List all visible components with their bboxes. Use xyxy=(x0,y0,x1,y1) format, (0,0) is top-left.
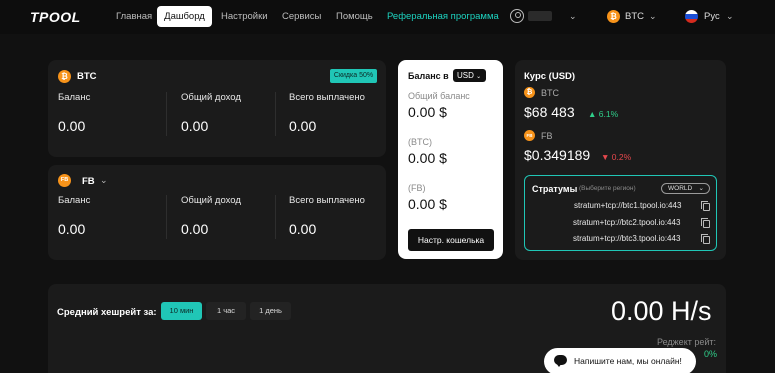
language-selector[interactable]: Рус xyxy=(704,11,720,22)
divider xyxy=(166,92,167,136)
reject-rate-value: 0% xyxy=(704,349,718,359)
region-value: WORLD xyxy=(668,185,693,192)
fb-change: ▼ 0.2% xyxy=(601,152,632,162)
user-icon[interactable] xyxy=(510,9,524,23)
stratum-url-2: stratum+tcp://btc2.tpool.io:443 xyxy=(573,218,681,227)
btc-change-value: 6.1% xyxy=(598,109,619,119)
btc-card-title: BTC xyxy=(77,71,97,82)
divider xyxy=(166,195,167,239)
btc-rate-label: BTC xyxy=(541,88,559,98)
flag-ru-icon xyxy=(685,10,698,23)
fb-balance-usd-label: (FB) xyxy=(408,183,426,193)
fb-price: $0.349189 xyxy=(524,147,591,163)
divider xyxy=(275,92,276,136)
fb-coin-icon: FB xyxy=(524,130,535,141)
btc-balance-label: Баланс xyxy=(58,92,91,103)
fb-balance-value: 0.00 xyxy=(58,221,86,237)
tab-1-hour[interactable]: 1 час xyxy=(206,302,246,320)
balance-panel-title: Баланс в xyxy=(408,71,449,81)
copy-icon[interactable] xyxy=(701,234,710,244)
tab-1-day[interactable]: 1 день xyxy=(250,302,291,320)
chevron-down-icon: ⌄ xyxy=(476,74,482,80)
user-name[interactable] xyxy=(528,11,552,21)
fb-balance-label: Баланс xyxy=(58,195,91,206)
fb-coin-icon: FB xyxy=(58,174,71,187)
chat-bubble-icon xyxy=(554,355,567,367)
nav-home[interactable]: Главная xyxy=(116,11,152,22)
total-balance-label: Общий баланс xyxy=(408,91,470,101)
stratum-title: Стратумы xyxy=(532,184,578,194)
wallet-settings-button[interactable]: Настр. кошелька xyxy=(408,229,494,251)
nav-referral[interactable]: Реферальная программа xyxy=(387,11,499,22)
btc-income-label: Общий доход xyxy=(181,92,241,103)
nav-settings[interactable]: Настройки xyxy=(221,11,268,22)
btc-coin-icon: ₿ xyxy=(524,87,535,98)
chevron-down-icon[interactable]: ⌄ xyxy=(100,175,108,186)
nav-help[interactable]: Помощь xyxy=(336,11,373,22)
reject-rate-label: Реджект рейт: xyxy=(657,337,717,347)
btc-balance-usd-label: (BTC) xyxy=(408,137,432,147)
btc-income-value: 0.00 xyxy=(181,118,209,134)
fb-rate-label: FB xyxy=(541,131,553,141)
stratum-url-3: stratum+tcp://btc3.tpool.io:443 xyxy=(573,234,681,243)
copy-icon[interactable] xyxy=(701,201,710,211)
stratum-url-1: stratum+tcp://btc1.tpool.io:443 xyxy=(574,201,682,210)
fb-card-title[interactable]: FB xyxy=(82,176,95,187)
fb-change-value: 0.2% xyxy=(611,152,632,162)
discount-badge: Скидка 50% xyxy=(330,69,377,83)
tpool-logo[interactable]: TPOOL xyxy=(30,9,81,25)
currency-selector[interactable]: BTC xyxy=(625,11,644,22)
balance-currency-select[interactable]: USD ⌄ xyxy=(453,69,486,82)
fb-income-label: Общий доход xyxy=(181,195,241,206)
region-select[interactable]: WORLD ⌄ xyxy=(661,183,710,194)
btc-paid-label: Всего выплачено xyxy=(289,92,365,103)
copy-icon[interactable] xyxy=(701,218,710,228)
btc-balance-value: 0.00 xyxy=(58,118,86,134)
top-navbar: TPOOL Главная Дашборд Настройки Сервисы … xyxy=(0,0,775,34)
fb-balance-usd-value: 0.00 $ xyxy=(408,196,447,212)
fb-paid-value: 0.00 xyxy=(289,221,317,237)
fb-stats-card xyxy=(48,165,386,260)
btc-coin-icon: ₿ xyxy=(58,70,71,83)
chevron-down-icon[interactable]: ⌄ xyxy=(569,11,577,22)
btc-paid-value: 0.00 xyxy=(289,118,317,134)
chevron-down-icon: ⌄ xyxy=(698,185,704,192)
divider xyxy=(275,195,276,239)
nav-services[interactable]: Сервисы xyxy=(282,11,321,22)
hashrate-value: 0.00 H/s xyxy=(611,296,712,326)
tab-10-min[interactable]: 10 мин xyxy=(161,302,202,320)
chevron-down-icon[interactable]: ⌄ xyxy=(726,11,734,22)
fb-paid-label: Всего выплачено xyxy=(289,195,365,206)
avg-hashrate-label: Средний хешрейт за: xyxy=(57,307,157,318)
total-balance-value: 0.00 $ xyxy=(408,104,447,120)
chevron-down-icon[interactable]: ⌄ xyxy=(649,11,657,22)
balance-currency-value: USD xyxy=(457,71,474,80)
nav-dashboard[interactable]: Дашборд xyxy=(157,6,212,27)
btc-change: ▲ 6.1% xyxy=(588,109,619,119)
stratum-hint: (Выберите регион) xyxy=(579,185,636,192)
fb-income-value: 0.00 xyxy=(181,221,209,237)
btc-balance-usd-value: 0.00 $ xyxy=(408,150,447,166)
btc-price: $68 483 xyxy=(524,104,575,120)
rates-title: Курс (USD) xyxy=(524,71,576,82)
btc-coin-icon: ₿ xyxy=(607,10,620,23)
